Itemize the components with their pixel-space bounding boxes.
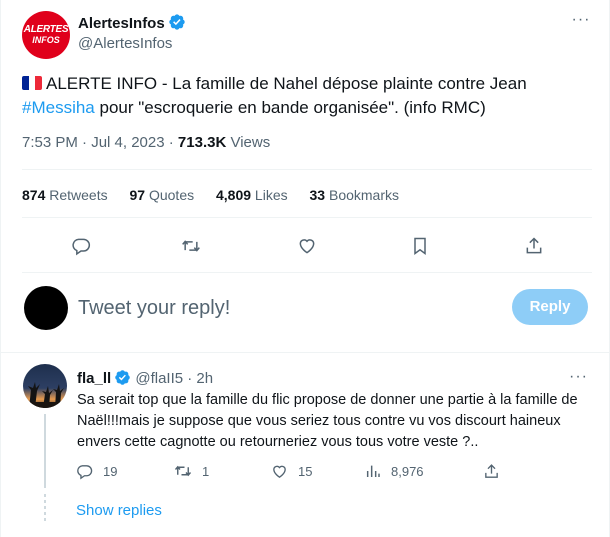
verified-badge-icon [114, 369, 131, 386]
thread-continuation [44, 494, 46, 524]
france-flag-icon [22, 76, 42, 90]
reply-retweets-count: 1 [202, 463, 210, 479]
reply-text: Sa serait top que la famille du flic pro… [77, 392, 578, 450]
tweet-text-part2: pour "escroquerie en bande organisée". (… [94, 98, 486, 117]
verified-badge-icon [168, 13, 186, 31]
author-name[interactable]: AlertesInfos [78, 15, 165, 32]
divider [22, 272, 592, 273]
retweet-icon[interactable] [177, 232, 205, 260]
hashtag-link[interactable]: #Messiha [22, 98, 95, 117]
reply-share-action[interactable] [483, 460, 500, 482]
bookmarks-stat[interactable]: 33 Bookmarks [310, 187, 400, 203]
reply-retweet-action[interactable]: 1 [174, 460, 209, 482]
section-separator [1, 352, 610, 353]
reply-replies-count: 19 [103, 463, 118, 479]
views-count: 713.3K [177, 134, 227, 151]
divider [22, 217, 592, 218]
reply-views-count: 8,976 [391, 463, 424, 479]
reply-actions: 19 1 15 8,976 [1, 460, 610, 482]
show-replies-link[interactable]: Show replies [76, 502, 162, 519]
reply-icon[interactable] [67, 232, 95, 260]
share-icon [483, 463, 500, 480]
quotes-stat[interactable]: 97 Quotes [130, 187, 195, 203]
bookmark-icon[interactable] [406, 232, 434, 260]
tweet-timestamp[interactable]: 7:53 PM · Jul 4, 2023 · [22, 134, 178, 151]
reply-input[interactable] [78, 295, 478, 321]
reply-author-name[interactable]: fla_ll [77, 370, 111, 387]
reply-likes-count: 15 [298, 463, 313, 479]
reply-views-action[interactable]: 8,976 [365, 460, 424, 482]
reply-reply-action[interactable]: 19 [76, 460, 117, 482]
like-icon[interactable] [293, 232, 321, 260]
like-icon [271, 463, 288, 480]
avatar-logo-line1: ALERTES [23, 24, 69, 35]
tweet-text: ALERTE INFO - La famille de Nahel dépose… [22, 72, 592, 120]
reply-more-options-icon[interactable]: ··· [569, 368, 588, 386]
retweet-icon [174, 462, 192, 480]
engagement-stats: 874 Retweets 97 Quotes 4,809 Likes 33 Bo… [22, 187, 417, 203]
reply-author-avatar[interactable] [23, 364, 67, 408]
reply-button[interactable]: Reply [512, 289, 588, 325]
divider [22, 169, 592, 170]
author-avatar[interactable]: ALERTES INFOS [22, 11, 70, 59]
share-icon[interactable] [520, 232, 548, 260]
current-user-avatar[interactable] [24, 286, 68, 330]
author-name-row[interactable]: AlertesInfos [78, 13, 186, 32]
author-handle[interactable]: @AlertesInfos [78, 35, 172, 52]
reply-like-action[interactable]: 15 [271, 460, 312, 482]
more-options-icon[interactable]: ··· [569, 10, 593, 34]
tweet-detail-view: ALERTES INFOS AlertesInfos @AlertesInfos… [0, 0, 610, 537]
reply-icon [76, 463, 93, 480]
reply-handle-time[interactable]: @flaII5 · 2h [131, 370, 213, 387]
reply-header: fla_ll @flaII5 · 2h [77, 369, 213, 387]
tweet-text-part1: ALERTE INFO - La famille de Nahel dépose… [46, 74, 527, 93]
views-label: Views [226, 134, 271, 151]
tweet-actions [1, 232, 610, 260]
views-icon [365, 463, 381, 479]
retweets-stat[interactable]: 874 Retweets [22, 187, 108, 203]
avatar-logo-line2: INFOS [32, 35, 60, 45]
likes-stat[interactable]: 4,809 Likes [216, 187, 288, 203]
tweet-meta: 7:53 PM · Jul 4, 2023 · 713.3K Views [22, 134, 270, 151]
